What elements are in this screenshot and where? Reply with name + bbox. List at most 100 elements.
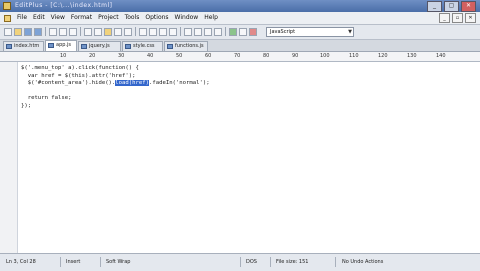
print-preview-icon[interactable] — [59, 28, 67, 36]
tab-functions[interactable]: functions.js — [164, 41, 208, 51]
document-tabs: index.htm app.js jquery.js style.css fun… — [0, 40, 480, 52]
tab-label: app.js — [56, 42, 71, 48]
chevron-down-icon: ▼ — [348, 29, 352, 35]
ruler-tick: 90 — [292, 53, 299, 59]
file-icon — [6, 44, 12, 49]
cut-icon[interactable] — [84, 28, 92, 36]
line-ending[interactable]: DOS — [246, 258, 257, 266]
document-icon[interactable] — [4, 14, 11, 22]
redo-icon[interactable] — [124, 28, 132, 36]
line-number-icon[interactable] — [194, 28, 202, 36]
print-icon[interactable] — [49, 28, 57, 36]
toolbar: JavaScript ▼ — [0, 25, 480, 40]
new-file-icon[interactable] — [4, 28, 12, 36]
status-bar: Ln 3, Col 28 Insert Soft Wrap DOS File s… — [0, 253, 480, 271]
save-icon[interactable] — [24, 28, 32, 36]
ruler: 10 20 30 40 50 60 70 80 90 100 110 120 1… — [0, 52, 480, 62]
file-icon — [48, 43, 54, 48]
menu-project[interactable]: Project — [95, 12, 122, 24]
ruler-tick: 50 — [176, 53, 183, 59]
code-line: var href = $(this).attr('href'); — [21, 72, 136, 79]
toolbar-separator — [135, 27, 136, 36]
menu-window[interactable]: Window — [172, 12, 202, 24]
status-divider — [335, 257, 336, 267]
undo-status: No Undo Actions — [342, 259, 384, 265]
toolbar-separator — [180, 27, 181, 36]
close-button[interactable]: ✕ — [461, 1, 476, 12]
undo-icon[interactable] — [114, 28, 122, 36]
insert-mode[interactable]: Insert — [66, 258, 80, 266]
status-divider — [270, 257, 271, 267]
menu-view[interactable]: View — [48, 12, 68, 24]
ruler-tick: 40 — [147, 53, 154, 59]
tab-style[interactable]: style.css — [122, 41, 163, 51]
save-all-icon[interactable] — [34, 28, 42, 36]
find-icon[interactable] — [139, 28, 147, 36]
code-line: $('.menu_top' a).click(function() { — [21, 65, 139, 71]
tab-app[interactable]: app.js — [45, 40, 77, 51]
ruler-tick: 120 — [378, 53, 388, 59]
selected-text: load(href) — [115, 80, 149, 86]
find-next-icon[interactable] — [159, 28, 167, 36]
menu-file[interactable]: File — [14, 12, 30, 24]
spellcheck-icon[interactable] — [69, 28, 77, 36]
menu-options[interactable]: Options — [142, 12, 171, 24]
tab-label: functions.js — [175, 43, 204, 49]
menu-tools[interactable]: Tools — [122, 12, 143, 24]
menu-format[interactable]: Format — [68, 12, 95, 24]
doc-minimize-button[interactable]: _ — [439, 13, 450, 23]
code-line: }); — [21, 102, 32, 109]
goto-line-icon[interactable] — [169, 28, 177, 36]
doc-restore-button[interactable]: ▫ — [452, 13, 463, 23]
stop-icon[interactable] — [249, 28, 257, 36]
tab-label: style.css — [133, 43, 155, 49]
tab-label: index.htm — [14, 43, 40, 49]
file-icon — [167, 44, 173, 49]
menu-help[interactable]: Help — [201, 12, 221, 24]
window-controls: _ ▢ ✕ — [427, 1, 476, 12]
ruler-tick: 140 — [436, 53, 446, 59]
doc-close-button[interactable]: ✕ — [465, 13, 476, 23]
editor-gutter[interactable] — [0, 62, 18, 253]
minimize-button[interactable]: _ — [427, 1, 442, 12]
browser-preview-icon[interactable] — [229, 28, 237, 36]
code-line: return false; — [21, 95, 72, 101]
word-wrap-icon[interactable] — [184, 28, 192, 36]
file-icon — [81, 44, 87, 49]
syntax-select-value: JavaScript — [270, 29, 296, 35]
ruler-tick: 110 — [349, 53, 359, 59]
paste-icon[interactable] — [104, 28, 112, 36]
ruler-icon[interactable] — [204, 28, 212, 36]
window-title: EditPlus - [C:\...\index.html] — [15, 2, 113, 9]
file-size: File size: 151 — [276, 259, 309, 265]
tab-jquery[interactable]: jquery.js — [78, 41, 121, 51]
menu-bar: File Edit View Format Project Tools Opti… — [0, 12, 480, 25]
syntax-select[interactable]: JavaScript ▼ — [266, 27, 354, 37]
status-divider — [100, 257, 101, 267]
menu-edit[interactable]: Edit — [30, 12, 48, 24]
code-line: $('#content_area').hide().load(href).fad… — [21, 80, 210, 86]
ruler-tick: 70 — [234, 53, 241, 59]
ruler-tick: 10 — [60, 53, 67, 59]
tools-icon[interactable] — [239, 28, 247, 36]
open-folder-icon[interactable] — [14, 28, 22, 36]
wrap-mode[interactable]: Soft Wrap — [106, 258, 130, 266]
ruler-tick: 60 — [205, 53, 212, 59]
ruler-tick: 100 — [320, 53, 330, 59]
copy-icon[interactable] — [94, 28, 102, 36]
ruler-tick: 130 — [407, 53, 417, 59]
status-divider — [60, 257, 61, 267]
cursor-position: Ln 3, Col 28 — [6, 259, 36, 265]
ruler-tick: 30 — [118, 53, 125, 59]
toolbar-separator — [225, 27, 226, 36]
status-divider — [240, 257, 241, 267]
ruler-tick: 80 — [263, 53, 270, 59]
replace-icon[interactable] — [149, 28, 157, 36]
maximize-button[interactable]: ▢ — [444, 1, 459, 12]
code-editor[interactable]: $('.menu_top' a).click(function() { var … — [0, 62, 480, 253]
toolbar-separator — [80, 27, 81, 36]
code-text[interactable]: $('.menu_top' a).click(function() { var … — [21, 65, 210, 110]
tab-index[interactable]: index.htm — [3, 41, 44, 51]
whitespace-icon[interactable] — [214, 28, 222, 36]
